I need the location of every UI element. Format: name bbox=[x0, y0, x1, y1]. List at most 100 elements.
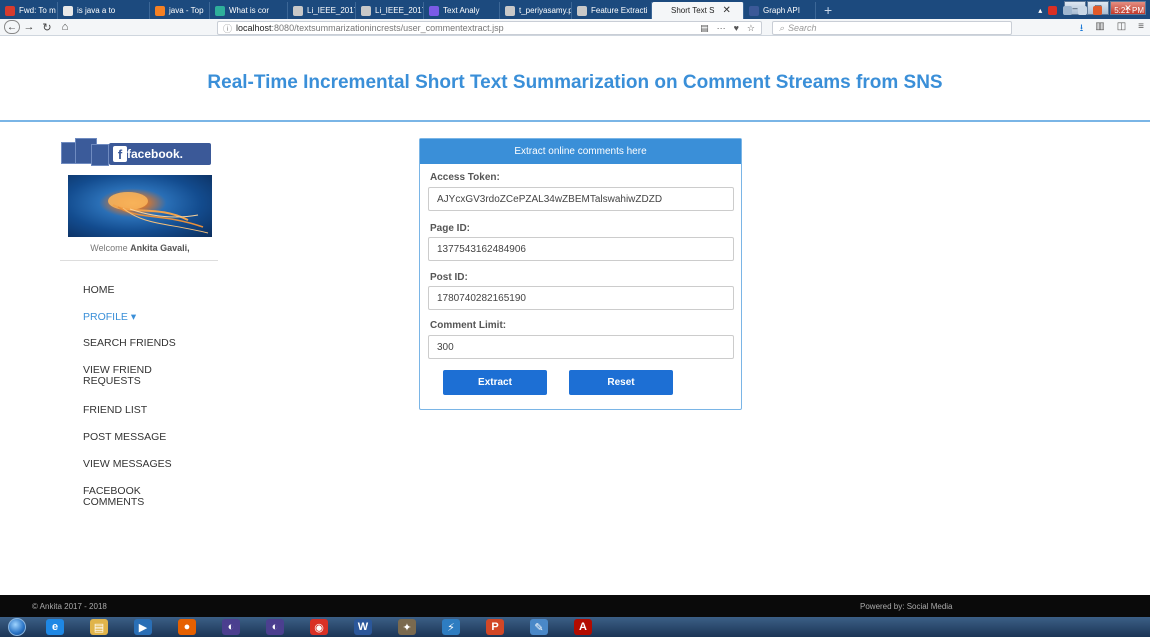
start-button[interactable] bbox=[2, 617, 32, 637]
browser-tab[interactable]: Text Analy bbox=[424, 2, 500, 19]
page-id-input[interactable] bbox=[428, 237, 734, 261]
search-input[interactable]: ⌕ Search bbox=[772, 21, 1012, 35]
menu-item-facebook-comments[interactable]: FACEBOOK COMMENTS bbox=[83, 486, 173, 508]
facebook-logo: facebook. f bbox=[61, 138, 211, 168]
reset-button[interactable]: Reset bbox=[569, 370, 673, 395]
browser-tab[interactable]: java - Top bbox=[150, 2, 210, 19]
forward-button[interactable]: → bbox=[20, 21, 38, 33]
windows-orb-icon bbox=[8, 618, 26, 636]
reader-view-icon[interactable]: ▤ bbox=[700, 23, 709, 34]
taskbar-app-eclipse-1[interactable]: ◐ bbox=[210, 618, 252, 636]
tab-favicon-icon bbox=[293, 5, 303, 16]
taskbar-app-ie[interactable]: e bbox=[34, 618, 76, 636]
taskbar-app-media[interactable]: ▶ bbox=[122, 618, 164, 636]
comment-limit-label: Comment Limit: bbox=[430, 320, 507, 331]
windows-taskbar: e ▤ ▶ ● ◐ ◐ ◉ W ✦ ⚡ P ✎ A bbox=[0, 617, 1150, 637]
tab-favicon-icon bbox=[505, 5, 515, 16]
browser-tab[interactable]: What is cor bbox=[210, 2, 288, 19]
url-host: localhost bbox=[236, 23, 272, 33]
taskbar-clock: 5:21 PM bbox=[1114, 5, 1144, 15]
home-icon: ⌂ bbox=[61, 21, 69, 33]
taskbar-app-eclipse-2[interactable]: ◐ bbox=[254, 618, 296, 636]
browser-tab[interactable]: is java a to bbox=[58, 2, 150, 19]
taskbar-app-flash[interactable]: ⚡ bbox=[430, 618, 472, 636]
ie-icon: e bbox=[46, 619, 64, 635]
pocket-icon[interactable]: ♥ bbox=[734, 23, 739, 34]
welcome-message: Welcome Ankita Gavali, bbox=[60, 243, 220, 253]
tab-label: Fwd: To m bbox=[19, 6, 56, 15]
tray-volume-icon[interactable] bbox=[1078, 5, 1088, 15]
welcome-username: Ankita Gavali, bbox=[130, 243, 190, 253]
taskbar-app-gimp[interactable]: ✦ bbox=[386, 618, 428, 636]
powerpoint-icon: P bbox=[486, 619, 504, 635]
menu-item-view-friend-requests[interactable]: VIEW FRIEND REQUESTS bbox=[83, 365, 193, 387]
taskbar-app-acrobat[interactable]: A bbox=[562, 618, 604, 636]
tab-label: Text Analy bbox=[443, 6, 480, 15]
tab-favicon-icon bbox=[63, 5, 73, 16]
post-id-input[interactable] bbox=[428, 286, 734, 310]
tray-arrow-icon[interactable]: ▴ bbox=[1038, 6, 1042, 15]
comment-limit-input[interactable] bbox=[428, 335, 734, 359]
browser-tab[interactable]: Li_IEEE_2017.pd bbox=[356, 2, 424, 19]
extract-button[interactable]: Extract bbox=[443, 370, 547, 395]
tab-label: Li_IEEE_2017.pd bbox=[375, 6, 423, 15]
tab-favicon-icon bbox=[155, 5, 165, 16]
sidebar-divider bbox=[60, 260, 218, 261]
address-bar[interactable]: ⓘ localhost:8080/textsummarizationincres… bbox=[217, 21, 762, 35]
close-tab-icon[interactable]: ✕ bbox=[722, 5, 730, 16]
taskbar-app-powerpoint[interactable]: P bbox=[474, 618, 516, 636]
home-button[interactable]: ⌂ bbox=[56, 21, 74, 33]
search-icon: ⌕ bbox=[779, 22, 785, 33]
facebook-f-icon: f bbox=[113, 146, 127, 162]
panel-heading: Extract online comments here bbox=[420, 139, 741, 164]
browser-tab[interactable]: Li_IEEE_2017.pd bbox=[288, 2, 356, 19]
page-footer: © Ankita 2017 - 2018 Powered by: Social … bbox=[0, 595, 1150, 617]
downloads-icon[interactable]: ⭳ bbox=[1080, 21, 1084, 38]
taskbar-app-notepad[interactable]: ✎ bbox=[518, 618, 560, 636]
tab-favicon-icon bbox=[657, 5, 667, 16]
tab-favicon-icon bbox=[429, 5, 439, 16]
menu-item-view-messages[interactable]: VIEW MESSAGES bbox=[83, 459, 233, 470]
copyright-text: © Ankita 2017 - 2018 bbox=[32, 601, 107, 611]
page-title: Real-Time Incremental Short Text Summari… bbox=[207, 72, 943, 93]
reload-button[interactable]: ↻ bbox=[38, 21, 56, 34]
menu-item-profile[interactable]: PROFILE ▾ bbox=[83, 312, 233, 323]
browser-tab[interactable]: Feature Extracti bbox=[572, 2, 652, 19]
arrow-left-icon: ← bbox=[7, 21, 17, 33]
tab-label: Short Text S bbox=[671, 6, 715, 15]
menu-item-post-message[interactable]: POST MESSAGE bbox=[83, 432, 233, 443]
browser-tab[interactable]: Graph API bbox=[744, 2, 816, 19]
page-id-label: Page ID: bbox=[430, 223, 471, 234]
back-button[interactable]: ← bbox=[4, 20, 20, 34]
menu-item-friend-list[interactable]: FRIEND LIST bbox=[83, 405, 233, 416]
browser-tab[interactable]: Short Text S ✕ bbox=[652, 2, 744, 19]
tray-network-icon[interactable] bbox=[1063, 5, 1073, 15]
info-icon: ⓘ bbox=[223, 23, 233, 34]
tab-label: Feature Extracti bbox=[591, 6, 648, 15]
taskbar-app-chrome[interactable]: ◉ bbox=[298, 618, 340, 636]
tray-flag-icon[interactable] bbox=[1048, 5, 1058, 15]
library-icon[interactable]: ▥ bbox=[1095, 21, 1104, 38]
browser-tab[interactable]: t_periyasamy.p bbox=[500, 2, 572, 19]
post-id-label: Post ID: bbox=[430, 272, 468, 283]
access-token-input[interactable] bbox=[428, 187, 734, 211]
menu-icon[interactable]: ≡ bbox=[1138, 21, 1144, 38]
more-actions-icon[interactable]: ··· bbox=[717, 23, 726, 34]
menu-item-search-friends[interactable]: SEARCH FRIENDS bbox=[83, 338, 233, 349]
acrobat-icon: A bbox=[574, 619, 592, 635]
new-tab-button[interactable]: + bbox=[816, 2, 840, 18]
tab-label: is java a to bbox=[77, 6, 116, 15]
menu-item-home[interactable]: HOME bbox=[83, 285, 233, 296]
bookmark-star-icon[interactable]: ☆ bbox=[747, 23, 755, 34]
tab-label: java - Top bbox=[169, 6, 204, 15]
tray-app-icon[interactable] bbox=[1093, 5, 1103, 15]
taskbar-app-explorer[interactable]: ▤ bbox=[78, 618, 120, 636]
extract-comments-panel: Extract online comments here Access Toke… bbox=[419, 138, 742, 410]
taskbar-app-word[interactable]: W bbox=[342, 618, 384, 636]
taskbar-app-firefox[interactable]: ● bbox=[166, 618, 208, 636]
profile-photo bbox=[68, 175, 212, 237]
sidebar-icon[interactable]: ◫ bbox=[1117, 21, 1126, 38]
browser-tab-strip: Fwd: To m is java a to java - Top What is c… bbox=[0, 0, 1150, 19]
tab-favicon-icon bbox=[215, 5, 225, 16]
browser-tab[interactable]: Fwd: To m bbox=[0, 2, 58, 19]
